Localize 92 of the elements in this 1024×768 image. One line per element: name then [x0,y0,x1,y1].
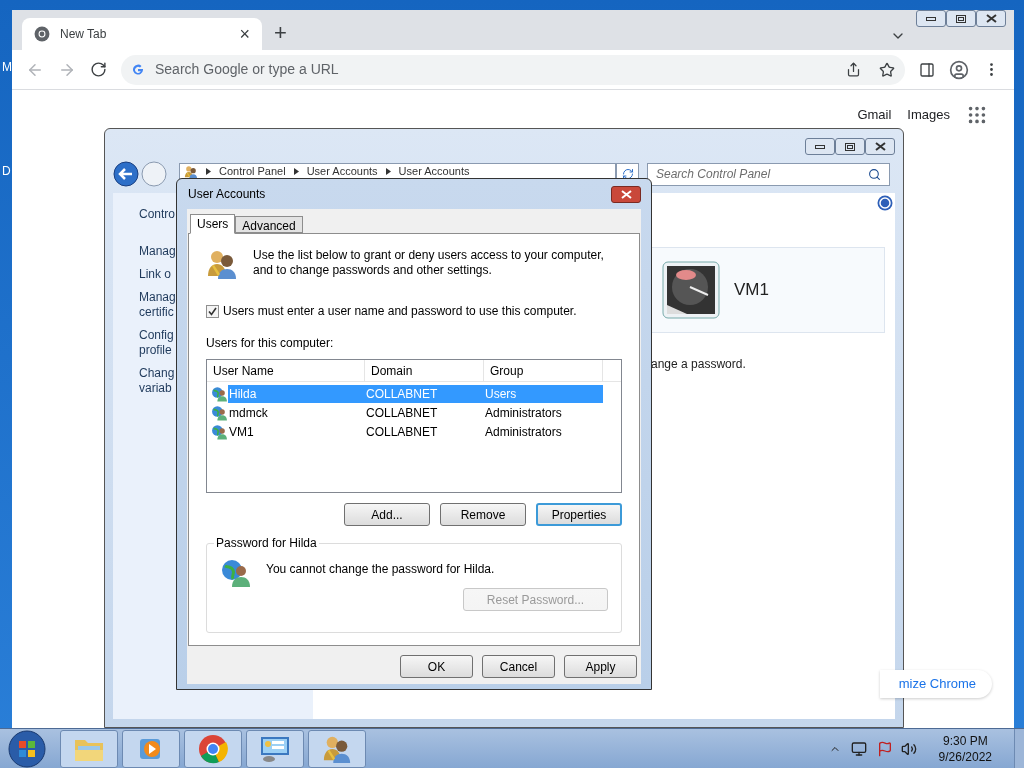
search-placeholder: Search Control Panel [656,166,772,183]
header-link[interactable]: Gmail [857,105,892,125]
dialog-button[interactable]: OK [400,655,473,678]
table-cell-text: Hilda [228,385,258,403]
user-row[interactable]: mdmck COLLABNET Administrators [228,403,603,422]
taskbar-button[interactable] [308,729,366,768]
omnibox[interactable]: Search Google or type a URL [121,54,905,85]
desktop-icon-label: M [2,59,12,76]
user-row[interactable]: VM1 COLLABNET Administrators [228,422,603,441]
dialog-button[interactable]: Add... [344,503,430,526]
user-icon [211,404,228,421]
password-required-checkbox[interactable] [206,304,219,318]
dialog-button[interactable]: Apply [564,655,637,678]
maximize-icon [845,142,855,151]
close-button[interactable] [976,10,1006,27]
users-icon [206,248,238,280]
minimize-icon [815,143,825,150]
close-button[interactable] [865,138,895,155]
dialog-tab[interactable]: Advanced [235,216,303,233]
separator-arrow-icon[interactable] [385,167,391,175]
account-name: VM1 [734,279,769,302]
maximize-button[interactable] [835,138,865,155]
new-tab-button[interactable]: + [274,22,287,44]
taskbar-button[interactable] [184,729,242,768]
table-cell-text: mdmck [228,404,269,422]
breadcrumb-item[interactable]: User Accounts [398,164,470,177]
profile-icon[interactable] [949,59,969,80]
star-icon[interactable] [879,61,895,78]
users-icon [184,164,198,179]
google-icon [131,62,145,77]
show-desktop-button[interactable] [1014,728,1024,768]
table-cell-text: Administrators [484,404,563,422]
table-cell-text: COLLABNET [365,423,439,441]
close-icon [985,14,997,23]
instruction-text: ange a password. [651,356,747,373]
search-field[interactable]: Search Control Panel [647,162,890,186]
table-cell-text: Administrators [484,423,563,441]
group-title: Password for Hilda [215,535,318,552]
side-panel-icon[interactable] [919,61,935,78]
volume-icon[interactable] [900,740,917,757]
close-button[interactable] [611,185,641,203]
start-orb-icon[interactable] [8,729,46,768]
chrome-icon [34,26,50,42]
dialog-button[interactable]: Remove [440,503,526,526]
separator-arrow-icon[interactable] [206,167,211,175]
column-header[interactable]: User Name [207,360,365,381]
maximize-button[interactable] [946,10,976,27]
column-header[interactable]: Domain [365,360,484,381]
table-cell-text: COLLABNET [365,385,439,403]
column-header[interactable]: Group [484,360,603,381]
minimize-icon [926,15,936,22]
minimize-button[interactable] [916,10,946,27]
search-icon[interactable] [868,167,881,181]
control-panel-icon [259,734,291,763]
password-message: You cannot change the password for Hilda. [266,561,495,578]
refresh-icon[interactable] [621,168,634,180]
user-icon [211,385,228,402]
minimize-button[interactable] [805,138,835,155]
table-cell-text: COLLABNET [365,404,439,422]
reload-icon[interactable] [90,61,107,78]
network-icon[interactable] [850,740,867,757]
account-picture-icon [662,261,720,319]
breadcrumb-item[interactable]: Control Panel [219,164,286,177]
dialog-button[interactable]: Cancel [482,655,555,678]
breadcrumb-item[interactable]: User Accounts [306,164,378,177]
separator-arrow-icon[interactable] [293,167,299,175]
header-link[interactable]: Images [907,105,950,125]
customize-chrome-button[interactable]: mize Chrome [880,670,992,698]
list-label: Users for this computer: [206,335,335,352]
tab-close-button[interactable]: × [239,25,250,43]
checkbox-label: Users must enter a user name and password to use this computer. [223,303,577,320]
browser-tab[interactable]: New Tab × [22,18,262,50]
omnibox-placeholder: Search Google or type a URL [155,60,340,79]
close-icon [620,189,632,199]
taskbar-button[interactable] [246,729,304,768]
dialog-tab[interactable]: Users [190,214,236,234]
desktop-icon-label: D [2,163,11,180]
flag-icon[interactable] [876,740,893,757]
close-icon [874,142,886,151]
dialog-button[interactable]: Properties [536,503,622,526]
clock[interactable]: 9:30 PM 9/26/2022 [938,732,992,765]
apps-icon[interactable] [966,104,988,126]
window-title: User Accounts [188,186,267,203]
table-cell-text: Users [484,385,518,403]
intro-text: Use the list below to grant or deny users access to your computer, and to change passwords and other settings. [253,248,604,279]
back-button-icon[interactable] [113,161,139,187]
user-icon [211,423,228,440]
table-cell-text: VM1 [228,423,255,441]
tab-title: New Tab [60,26,108,43]
maximize-icon [956,14,966,23]
chrome-icon [198,733,228,764]
share-icon[interactable] [846,62,861,77]
